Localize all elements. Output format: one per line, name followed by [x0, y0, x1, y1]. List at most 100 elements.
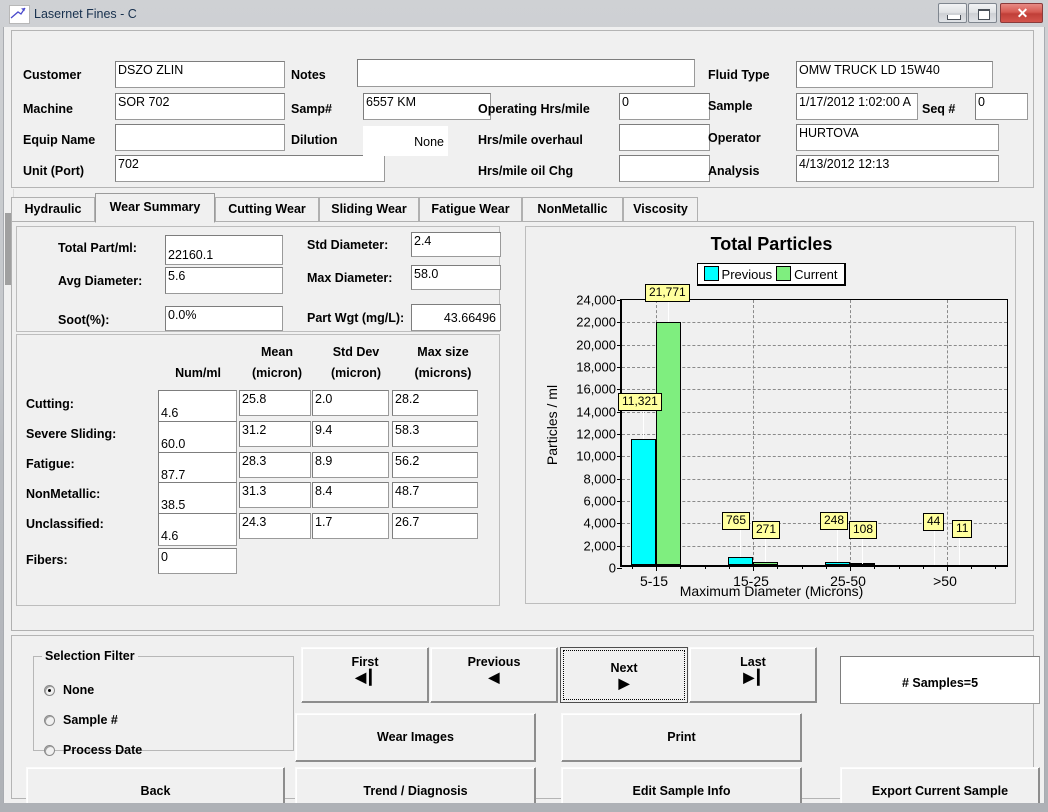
legend-label-previous: Previous — [721, 266, 773, 282]
ytick-16000: 16,000 — [576, 381, 616, 397]
ytick-20000: 20,000 — [576, 337, 616, 353]
hrs-overhaul-input[interactable] — [619, 124, 710, 151]
application-window: Lasernet Fines - C ✕ Customer Machine Eq… — [0, 0, 1048, 812]
bar-current-15-25 — [753, 562, 778, 565]
analysis-date-input[interactable]: 4/13/2012 12:13 — [796, 155, 999, 182]
unit-port-input[interactable]: 702 — [115, 155, 385, 182]
ytick-10000: 10,000 — [576, 448, 616, 464]
fatigue-std[interactable]: 8.9 — [312, 452, 389, 478]
customer-input[interactable]: DSZO ZLIN — [115, 61, 285, 88]
minimize-icon — [947, 15, 961, 20]
edit-sample-info-button[interactable]: Edit Sample Info — [561, 767, 802, 803]
operating-hrs-input[interactable]: 0 — [619, 93, 710, 120]
total-part-input[interactable]: 22160.1 — [165, 235, 283, 265]
nonmetallic-mean[interactable]: 31.3 — [239, 482, 311, 508]
title-bar[interactable]: Lasernet Fines - C ✕ — [0, 0, 1048, 27]
hrs-oil-chg-input[interactable] — [619, 155, 710, 182]
ytick-2000: 2,000 — [583, 538, 616, 554]
fatigue-num-ml[interactable]: 87.7 — [158, 452, 237, 485]
close-icon: ✕ — [1016, 5, 1029, 21]
back-button[interactable]: Back — [26, 767, 285, 803]
radio-indicator-sample-number — [44, 715, 55, 726]
sample-date-input[interactable]: 1/17/2012 1:02:00 A — [796, 93, 918, 120]
notes-input[interactable] — [357, 59, 695, 87]
total-particles-chart: Total Particles Previous Current Particl… — [525, 226, 1016, 604]
maximize-button[interactable] — [968, 3, 997, 23]
datalabel-current-25-50: 108 — [849, 521, 878, 539]
export-current-sample-button[interactable]: Export Current Sample — [840, 767, 1040, 803]
bar-previous-25-50 — [825, 562, 850, 565]
label-machine: Machine — [23, 102, 74, 116]
chart-arrow-icon — [9, 5, 30, 24]
severe-sliding-max[interactable]: 58.3 — [392, 421, 478, 447]
dilution-input[interactable]: None — [363, 126, 448, 156]
unclassified-max[interactable]: 26.7 — [392, 513, 478, 539]
tab-sliding-wear[interactable]: Sliding Wear — [319, 197, 419, 222]
radio-label-none: None — [63, 683, 95, 697]
datalabel-previous-gt50: 44 — [923, 513, 945, 531]
max-diameter-input[interactable]: 58.0 — [411, 265, 501, 290]
severe-sliding-std[interactable]: 9.4 — [312, 421, 389, 447]
last-icon: ▶┃ — [743, 669, 763, 685]
unclassified-mean[interactable]: 24.3 — [239, 513, 311, 539]
seq-num-input[interactable]: 0 — [975, 93, 1028, 120]
tab-wear-summary[interactable]: Wear Summary — [95, 193, 215, 223]
tab-cutting-wear[interactable]: Cutting Wear — [215, 197, 319, 222]
minimize-button[interactable] — [938, 3, 967, 23]
samples-count-box: # Samples=5 — [840, 656, 1040, 704]
label-avg-diameter: Avg Diameter: — [58, 274, 143, 288]
operator-input[interactable]: HURTOVA — [796, 124, 999, 151]
cutting-max[interactable]: 28.2 — [392, 390, 478, 416]
close-button[interactable]: ✕ — [1000, 3, 1043, 23]
nonmetallic-std[interactable]: 8.4 — [312, 482, 389, 508]
col-header-num-ml: Num/ml — [175, 366, 221, 380]
previous-icon: ◀ — [488, 669, 500, 685]
col-header-mean-unit: (micron) — [252, 366, 302, 380]
tab-nonmetallic[interactable]: NonMetallic — [522, 197, 623, 222]
print-button[interactable]: Print — [561, 713, 802, 762]
std-diameter-input[interactable]: 2.4 — [411, 232, 501, 257]
first-button[interactable]: First ◀┃ — [301, 647, 429, 703]
machine-input[interactable]: SOR 702 — [115, 93, 285, 120]
fatigue-mean[interactable]: 28.3 — [239, 452, 311, 478]
cutting-num-ml[interactable]: 4.6 — [158, 390, 237, 423]
nonmetallic-max[interactable]: 48.7 — [392, 482, 478, 508]
tab-fatigue-wear[interactable]: Fatigue Wear — [419, 197, 522, 222]
severe-sliding-num-ml[interactable]: 60.0 — [158, 421, 237, 454]
tab-hydraulic[interactable]: Hydraulic — [11, 197, 95, 222]
datalabel-current-gt50: 11 — [952, 520, 973, 538]
fatigue-max[interactable]: 56.2 — [392, 452, 478, 478]
previous-button-label: Previous — [467, 655, 521, 669]
next-button[interactable]: Next ▶ — [560, 647, 688, 703]
severe-sliding-mean[interactable]: 31.2 — [239, 421, 311, 447]
row-label-cutting: Cutting: — [26, 397, 74, 411]
unclassified-std[interactable]: 1.7 — [312, 513, 389, 539]
ytick-0: 0 — [608, 560, 616, 576]
unclassified-num-ml[interactable]: 4.6 — [158, 513, 237, 546]
nonmetallic-num-ml[interactable]: 38.5 — [158, 482, 237, 515]
row-label-nonmetallic: NonMetallic: — [26, 487, 101, 501]
previous-button[interactable]: Previous ◀ — [430, 647, 558, 703]
sample-header-panel: Customer Machine Equip Name Unit (Port) … — [11, 30, 1034, 188]
avg-diameter-input[interactable]: 5.6 — [165, 267, 283, 294]
trend-diagnosis-button[interactable]: Trend / Diagnosis — [295, 767, 536, 803]
label-hrs-oil-chg: Hrs/mile oil Chg — [478, 164, 574, 178]
wear-images-button[interactable]: Wear Images — [295, 713, 536, 762]
tab-viscosity[interactable]: Viscosity — [623, 197, 698, 222]
legend-item-current: Current — [776, 265, 837, 282]
equip-name-input[interactable] — [115, 124, 285, 151]
fluid-type-input[interactable]: OMW TRUCK LD 15W40 — [796, 61, 993, 88]
part-wgt-input[interactable]: 43.66496 — [411, 304, 501, 331]
maximize-icon — [978, 9, 990, 20]
ytick-4000: 4,000 — [583, 515, 616, 531]
last-button[interactable]: Last ▶┃ — [689, 647, 817, 703]
label-total-part: Total Part/ml: — [58, 241, 137, 255]
samp-num-input[interactable]: 6557 KM — [363, 93, 491, 120]
cutting-std[interactable]: 2.0 — [312, 390, 389, 416]
label-operating-hrs: Operating Hrs/mile — [478, 102, 590, 116]
chart-title: Total Particles — [710, 234, 833, 254]
row-label-unclassified: Unclassified: — [26, 517, 104, 531]
soot-input[interactable]: 0.0% — [165, 306, 283, 331]
cutting-mean[interactable]: 25.8 — [239, 390, 311, 416]
fibers-input[interactable]: 0 — [158, 548, 237, 574]
